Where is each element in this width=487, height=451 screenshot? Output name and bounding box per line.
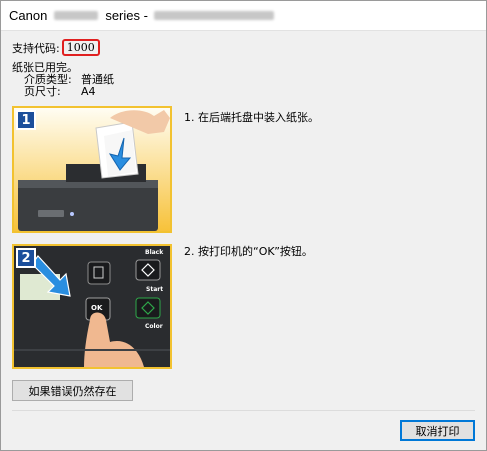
- title-prefix: Canon: [9, 8, 48, 23]
- step-2-number: 2: [21, 250, 31, 266]
- page-size-label: 页尺寸:: [24, 85, 61, 98]
- support-code-value: 1000: [61, 39, 100, 56]
- step-2-illustration: 2 Black Start Color OK: [12, 244, 172, 369]
- step-1-illustration: 1: [12, 106, 172, 233]
- step-1-badge: 1: [16, 110, 36, 130]
- error-message-block: 纸张已用完。 介质类型: 普通纸 页尺寸: A4: [12, 62, 114, 98]
- step-2-badge: 2: [16, 248, 36, 268]
- error-dialog-window: Canon series - 支持代码: 1000 纸张已用完。 介质类型: 普通…: [0, 0, 487, 451]
- black-button-label: Black: [145, 249, 164, 256]
- redacted-printer-address: [153, 11, 274, 20]
- page-size-row: 页尺寸: A4: [12, 86, 114, 98]
- page-size-value: A4: [81, 85, 96, 98]
- title-series: series -: [105, 8, 148, 23]
- support-code-label: 支持代码:: [12, 41, 60, 55]
- divider: [12, 410, 475, 411]
- support-code-row: 支持代码: 1000: [12, 39, 100, 56]
- error-persists-button[interactable]: 如果错误仍然存在: [12, 380, 133, 401]
- redacted-model-name: [54, 11, 99, 20]
- step-1-instruction: 1. 在后端托盘中装入纸张。: [184, 111, 319, 124]
- window-title: Canon series -: [9, 8, 281, 23]
- step-1-number: 1: [21, 112, 31, 128]
- step-2-instruction: 2. 按打印机的“OK”按钮。: [184, 245, 313, 258]
- title-bar: Canon series -: [1, 1, 486, 31]
- cancel-printing-button[interactable]: 取消打印: [400, 420, 475, 441]
- color-button-label: Color: [145, 323, 163, 330]
- ok-button-label: OK: [91, 304, 103, 312]
- start-button-label: Start: [146, 286, 164, 293]
